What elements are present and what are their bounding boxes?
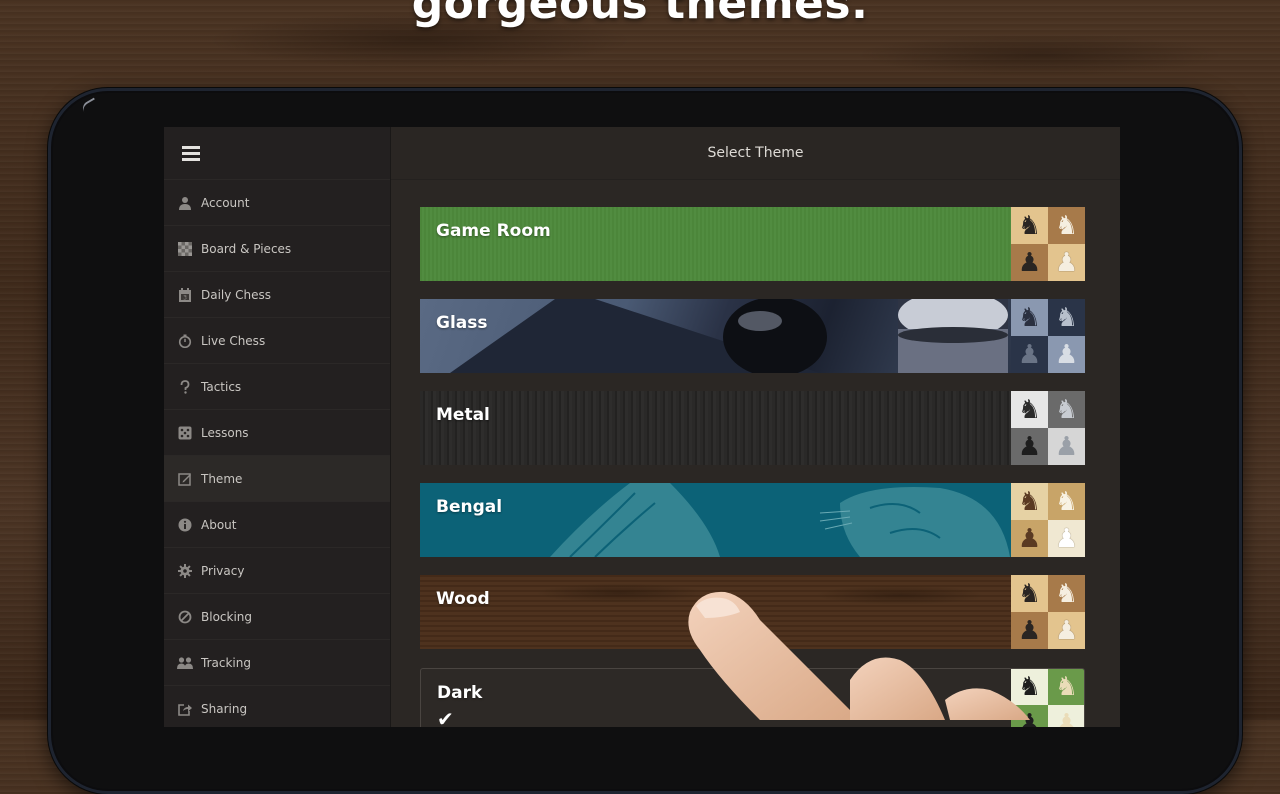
theme-card-bengal[interactable]: Bengal ♞ ♞ ♟ ♟ (420, 483, 1085, 557)
page-title: Select Theme (707, 145, 804, 161)
theme-name: Wood (436, 589, 490, 609)
sidebar-item-label: Board & Pieces (201, 242, 292, 256)
white-knight-icon: ♞ (1048, 391, 1085, 428)
black-pawn-icon: ♟ (1011, 520, 1048, 557)
hamburger-menu-icon[interactable] (182, 146, 200, 162)
theme-name: Glass (436, 313, 488, 333)
black-knight-icon: ♞ (1011, 391, 1048, 428)
sidebar-item-label: Privacy (201, 564, 245, 578)
white-knight-icon: ♞ (1048, 207, 1085, 244)
dice-icon (177, 425, 193, 441)
sidebar-item-account[interactable]: Account (164, 179, 390, 226)
svg-text:3: 3 (183, 295, 187, 302)
sidebar-item-sharing[interactable]: Sharing (164, 685, 390, 727)
app-screen: Account Board & Pieces 3 Daily Chess Liv… (164, 127, 1120, 727)
sidebar-item-tactics[interactable]: Tactics (164, 363, 390, 410)
sidebar-item-label: Tracking (201, 656, 251, 670)
theme-preview: ♞ ♞ ♟ ♟ (1011, 207, 1085, 281)
sidebar-item-theme[interactable]: Theme (164, 455, 390, 502)
black-pawn-icon: ♟ (1011, 612, 1048, 649)
sidebar-item-live-chess[interactable]: Live Chess (164, 317, 390, 364)
theme-card-game-room[interactable]: Game Room ♞ ♞ ♟ ♟ (420, 207, 1085, 281)
theme-name: Game Room (436, 221, 551, 241)
sidebar-item-board-pieces[interactable]: Board & Pieces (164, 225, 390, 272)
black-knight-icon: ♞ (1011, 575, 1048, 612)
black-knight-icon: ♞ (1011, 207, 1048, 244)
sidebar-item-blocking[interactable]: Blocking (164, 593, 390, 640)
white-pawn-icon: ♟ (1048, 705, 1084, 727)
sidebar-item-label: Live Chess (201, 334, 266, 348)
edit-icon (177, 471, 193, 487)
headline: gorgeous themes. (411, 0, 869, 29)
black-pawn-icon: ♟ (1011, 244, 1048, 281)
white-knight-icon: ♞ (1048, 483, 1085, 520)
glass-background (450, 299, 1008, 373)
white-knight-icon: ♞ (1048, 575, 1085, 612)
theme-card-metal[interactable]: Metal ♞ ♞ ♟ ♟ (420, 391, 1085, 465)
theme-preview: ♞ ♞ ♟ ♟ (1011, 299, 1085, 373)
white-pawn-icon: ♟ (1048, 244, 1085, 281)
white-pawn-icon: ♟ (1048, 612, 1085, 649)
black-pawn-icon: ♟ (1011, 336, 1048, 373)
sidebar-item-label: Tactics (201, 380, 242, 394)
sidebar-item-tracking[interactable]: Tracking (164, 639, 390, 686)
sidebar-item-label: Account (201, 196, 250, 210)
theme-preview: ♞ ♞ ♟ ♟ (1011, 391, 1085, 465)
sidebar-item-daily-chess[interactable]: 3 Daily Chess (164, 271, 390, 318)
black-pawn-icon: ♟ (1011, 705, 1048, 727)
black-knight-icon: ♞ (1011, 669, 1048, 705)
block-icon (177, 609, 193, 625)
gear-icon (177, 563, 193, 579)
checkerboard-icon (177, 241, 193, 257)
white-pawn-icon: ♟ (1048, 336, 1085, 373)
white-knight-icon: ♞ (1048, 299, 1085, 336)
sidebar-item-label: Theme (201, 472, 243, 486)
checkmark-icon: ✔ (437, 707, 454, 727)
main-panel: Select Theme Game Room ♞ ♞ ♟ ♟ Glass ♞ ♞… (391, 127, 1120, 727)
sidebar-item-label: Blocking (201, 610, 253, 624)
theme-card-dark[interactable]: Dark ✔ ♞ ♞ ♟ ♟ (420, 668, 1085, 727)
share-icon (177, 701, 193, 717)
user-icon (177, 195, 193, 211)
stopwatch-icon (177, 333, 193, 349)
theme-name: Dark (437, 683, 483, 703)
sidebar-item-label: About (201, 518, 237, 532)
sidebar-item-about[interactable]: About (164, 501, 390, 548)
black-knight-icon: ♞ (1011, 483, 1048, 520)
question-icon (177, 379, 193, 395)
sidebar: Account Board & Pieces 3 Daily Chess Liv… (164, 127, 391, 727)
theme-preview: ♞ ♞ ♟ ♟ (1011, 575, 1085, 649)
white-pawn-icon: ♟ (1048, 520, 1085, 557)
tiger-illustration (550, 483, 1010, 557)
sidebar-item-label: Daily Chess (201, 288, 272, 302)
black-pawn-icon: ♟ (1011, 428, 1048, 465)
white-knight-icon: ♞ (1048, 669, 1084, 705)
top-bar: Select Theme (391, 127, 1120, 180)
sidebar-item-label: Lessons (201, 426, 249, 440)
info-icon (177, 517, 193, 533)
theme-card-glass[interactable]: Glass ♞ ♞ ♟ ♟ (420, 299, 1085, 373)
sidebar-item-label: Sharing (201, 702, 248, 716)
theme-name: Bengal (436, 497, 503, 517)
theme-name: Metal (436, 405, 490, 425)
sidebar-item-lessons[interactable]: Lessons (164, 409, 390, 456)
users-icon (177, 655, 193, 671)
theme-preview: ♞ ♞ ♟ ♟ (1011, 483, 1085, 557)
theme-preview: ♞ ♞ ♟ ♟ (1011, 669, 1084, 727)
white-pawn-icon: ♟ (1048, 428, 1085, 465)
sidebar-item-privacy[interactable]: Privacy (164, 547, 390, 594)
theme-card-wood[interactable]: Wood ♞ ♞ ♟ ♟ (420, 575, 1085, 649)
black-knight-icon: ♞ (1011, 299, 1048, 336)
calendar-icon: 3 (177, 287, 193, 303)
